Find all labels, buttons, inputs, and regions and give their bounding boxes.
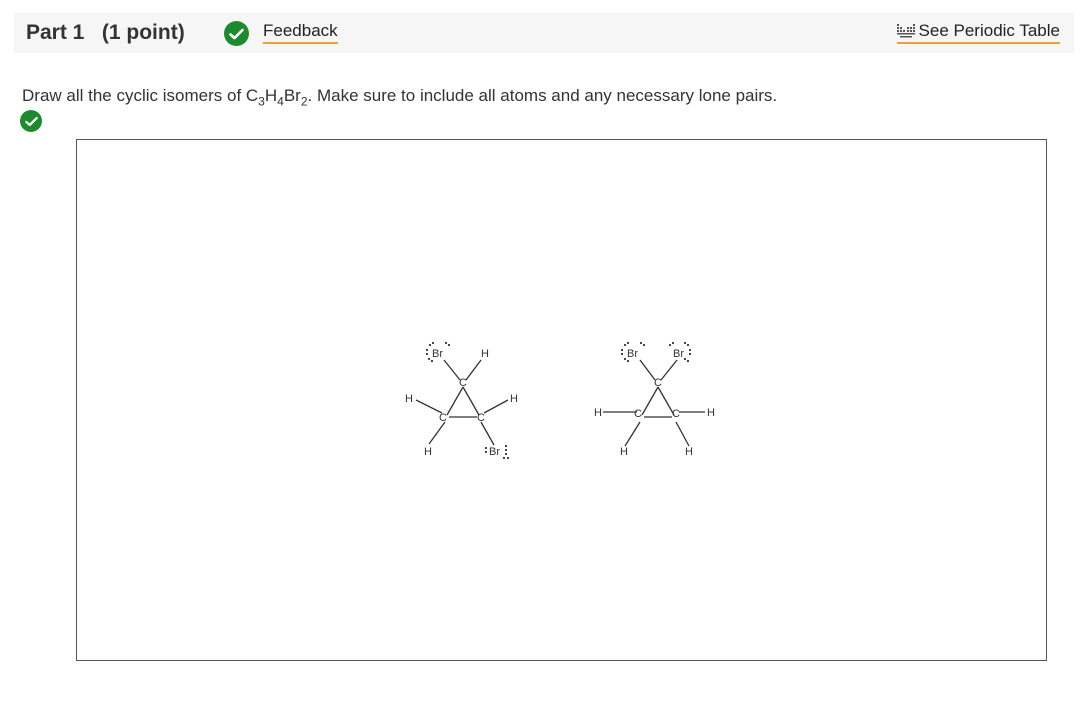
drawing-canvas[interactable]: Br H C H C C H H Br Br Br C H C C H H H — [76, 139, 1047, 661]
atom-h: H — [424, 446, 432, 458]
atom-h: H — [481, 348, 489, 360]
atom-h: H — [707, 407, 715, 419]
atom-h: H — [685, 446, 693, 458]
bond — [624, 421, 641, 447]
bond — [462, 386, 480, 416]
atom-br: Br — [489, 446, 500, 458]
atom-c: C — [459, 377, 467, 389]
question-text: Draw all the cyclic isomers of C3H4Br2. … — [22, 86, 778, 109]
answer-correct-check-icon — [20, 110, 42, 132]
atom-c: C — [477, 412, 485, 424]
atom-br: Br — [432, 348, 443, 360]
atom-br: Br — [627, 348, 638, 360]
bond — [660, 359, 678, 381]
molecule-drawing: Br H C H C C H H Br Br Br C H C C H H H — [405, 341, 715, 460]
bond — [443, 359, 461, 381]
part-header: Part 1 (1 point) Feedback See Periodic T… — [14, 13, 1074, 53]
bond — [428, 421, 446, 445]
atom-br: Br — [673, 348, 684, 360]
bond — [483, 399, 509, 414]
correct-check-icon — [224, 21, 249, 46]
feedback-link[interactable]: Feedback — [263, 21, 338, 44]
atom-c: C — [672, 408, 680, 420]
bond — [641, 386, 659, 416]
atom-c: C — [654, 377, 662, 389]
periodic-table-link[interactable]: See Periodic Table — [896, 21, 1060, 44]
periodic-table-label: See Periodic Table — [918, 21, 1060, 40]
bond — [465, 359, 482, 381]
bond — [675, 421, 690, 447]
atom-c: C — [439, 412, 447, 424]
points-label: (1 point) — [101, 21, 185, 44]
bond — [446, 386, 464, 416]
atom-c: C — [634, 408, 642, 420]
bond — [480, 421, 495, 446]
atom-h: H — [594, 407, 602, 419]
atom-h: H — [405, 393, 413, 405]
atom-h: H — [510, 393, 518, 405]
atom-h: H — [620, 446, 628, 458]
bond — [639, 359, 656, 381]
part-label: Part 1 — [26, 21, 85, 44]
periodic-table-icon — [896, 24, 915, 38]
part-title: Part 1 (1 point) — [26, 21, 185, 45]
